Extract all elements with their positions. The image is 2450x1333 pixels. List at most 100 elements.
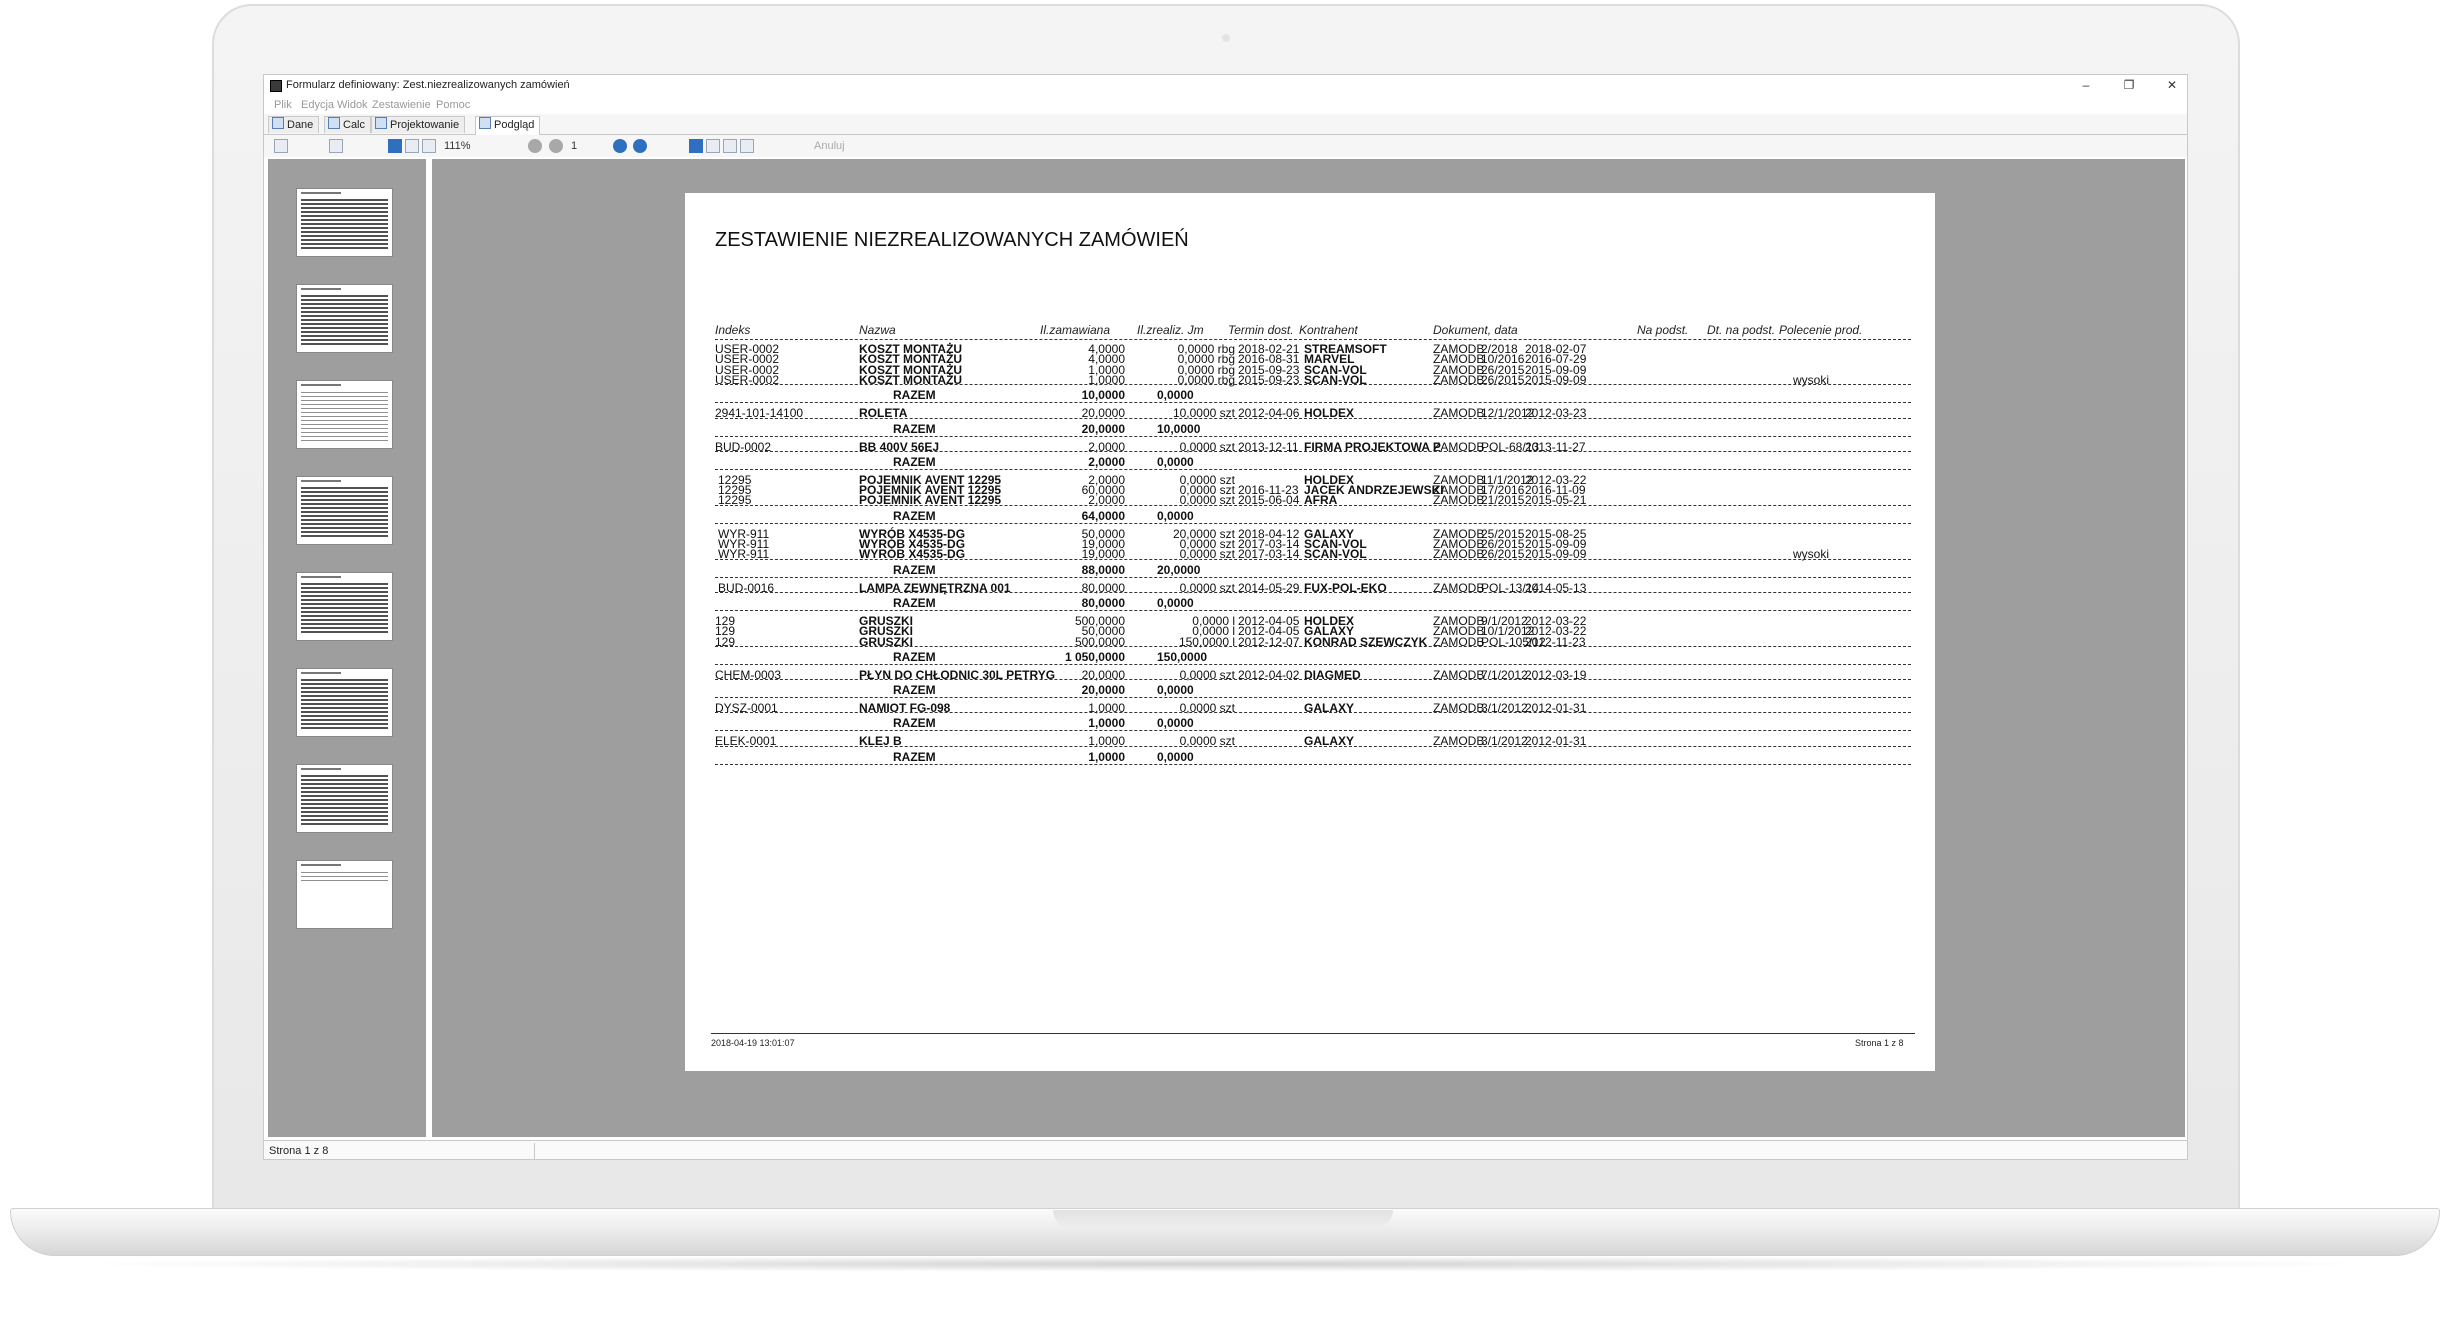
status-bar: Strona 1 z 8	[264, 1140, 2187, 1159]
group-divider	[715, 576, 1911, 578]
single-page-icon[interactable]	[388, 139, 402, 153]
total-quantity: 88,0000	[1081, 562, 1125, 577]
total-realized: 0,0000	[1157, 508, 1194, 523]
group-divider	[715, 468, 1911, 470]
group-divider	[715, 402, 1911, 404]
view-single-icon[interactable]	[689, 139, 703, 153]
total-realized: 0,0000	[1157, 716, 1194, 731]
tab-label: Projektowanie	[390, 119, 460, 131]
page-thumbnail[interactable]	[297, 381, 392, 448]
close-button[interactable]: ✕	[2152, 76, 2187, 94]
calc-icon	[328, 117, 340, 129]
app-icon	[270, 80, 282, 92]
prev-page-icon[interactable]	[549, 139, 563, 153]
view-triple-icon[interactable]	[723, 139, 737, 153]
group-divider	[715, 679, 1911, 681]
total-realized: 0,0000	[1157, 683, 1194, 698]
group-divider	[715, 730, 1911, 732]
view-double-icon[interactable]	[706, 139, 720, 153]
footer-page: Strona 1 z 8	[1855, 1038, 1904, 1048]
tab-label: Dane	[287, 119, 314, 131]
total-realized: 0,0000	[1157, 595, 1194, 610]
data-icon	[272, 117, 284, 129]
report-title: ZESTAWIENIE NIEZREALIZOWANYCH ZAMÓWIEŃ	[715, 229, 1189, 251]
menu-plik[interactable]: Plik	[274, 99, 292, 111]
binoculars-icon[interactable]	[329, 139, 343, 153]
column-header: Na podst.	[1637, 323, 1689, 337]
page-thumbnail[interactable]	[297, 669, 392, 736]
title-bar: Formularz definiowany: Zest.niezrealizow…	[264, 75, 2187, 95]
page-thumbnail[interactable]	[297, 477, 392, 544]
tab-calc[interactable]: Calc	[324, 116, 372, 133]
menu-edycja[interactable]: Edycja	[301, 99, 334, 111]
cancel-button[interactable]: Anuluj	[814, 140, 845, 152]
group-divider	[715, 763, 1911, 765]
last-page-icon[interactable]	[633, 139, 647, 153]
zoom-level[interactable]: 111%	[444, 140, 471, 152]
preview-content: ZESTAWIENIE NIEZREALIZOWANYCH ZAMÓWIEŃ I…	[264, 157, 2187, 1139]
total-quantity: 20,0000	[1081, 683, 1125, 698]
total-realized: 0,0000	[1157, 454, 1194, 469]
total-label: RAZEM	[893, 683, 936, 698]
thumbnail-panel	[268, 159, 426, 1137]
column-header: Dt. na podst.	[1707, 323, 1776, 337]
status-separator	[534, 1143, 535, 1159]
page-thumbnail[interactable]	[297, 765, 392, 832]
page-thumbnail[interactable]	[297, 189, 392, 256]
menu-widok[interactable]: Widok	[337, 99, 368, 111]
column-header: Termin dost.	[1228, 323, 1294, 337]
page-width-icon[interactable]	[422, 139, 436, 153]
column-header: Il.zrealiz. Jm	[1137, 323, 1204, 337]
menu-zestawienie[interactable]: Zestawienie	[372, 99, 431, 111]
total-quantity: 1,0000	[1088, 749, 1125, 764]
status-page: Strona 1 z 8	[269, 1145, 329, 1157]
total-realized: 0,0000	[1157, 388, 1194, 403]
total-label: RAZEM	[893, 454, 936, 469]
next-page-icon[interactable]	[613, 139, 627, 153]
first-page-icon[interactable]	[528, 139, 542, 153]
tab-dane[interactable]: Dane	[268, 116, 320, 133]
multi-page-icon[interactable]	[405, 139, 419, 153]
window-title: Formularz definiowany: Zest.niezrealizow…	[286, 79, 570, 91]
page-thumbnail[interactable]	[297, 285, 392, 352]
menu-pomoc[interactable]: Pomoc	[436, 99, 470, 111]
restore-button[interactable]: ❐	[2109, 76, 2149, 94]
total-realized: 10,0000	[1157, 421, 1201, 436]
tab-projektowanie[interactable]: Projektowanie	[371, 116, 466, 133]
laptop-notch	[1053, 1210, 1393, 1228]
group-divider	[715, 663, 1911, 665]
page-number[interactable]: 1	[571, 140, 577, 152]
tab-podglad[interactable]: Podgląd	[475, 116, 541, 135]
footer-line	[711, 1033, 1915, 1034]
total-quantity: 1 050,0000	[1064, 649, 1125, 664]
group-divider	[715, 745, 1911, 747]
group-divider	[715, 504, 1911, 506]
app-window: Formularz definiowany: Zest.niezrealizow…	[263, 74, 2188, 1160]
print-icon[interactable]	[274, 139, 288, 153]
group-divider	[715, 609, 1911, 611]
total-label: RAZEM	[893, 421, 936, 436]
total-quantity: 2,0000	[1088, 454, 1125, 469]
total-label: RAZEM	[893, 508, 936, 523]
view-grid-icon[interactable]	[740, 139, 754, 153]
total-label: RAZEM	[893, 649, 936, 664]
header-divider	[715, 339, 1911, 340]
minimize-button[interactable]: –	[2066, 76, 2106, 94]
total-quantity: 80,0000	[1081, 595, 1125, 610]
total-label: RAZEM	[893, 388, 936, 403]
total-label: RAZEM	[893, 749, 936, 764]
column-header: Kontrahent	[1299, 323, 1358, 337]
total-label: RAZEM	[893, 562, 936, 577]
total-label: RAZEM	[893, 716, 936, 731]
page-thumbnail[interactable]	[297, 573, 392, 640]
group-divider	[715, 435, 1911, 437]
footer-timestamp: 2018-04-19 13:01:07	[711, 1038, 795, 1048]
page-thumbnail[interactable]	[297, 861, 392, 928]
group-divider	[715, 417, 1911, 419]
total-realized: 20,0000	[1157, 562, 1201, 577]
column-header: Indeks	[715, 323, 751, 337]
column-header: Polecenie prod.	[1779, 323, 1863, 337]
total-quantity: 1,0000	[1088, 716, 1125, 731]
group-divider	[715, 384, 1911, 386]
group-divider	[715, 558, 1911, 560]
